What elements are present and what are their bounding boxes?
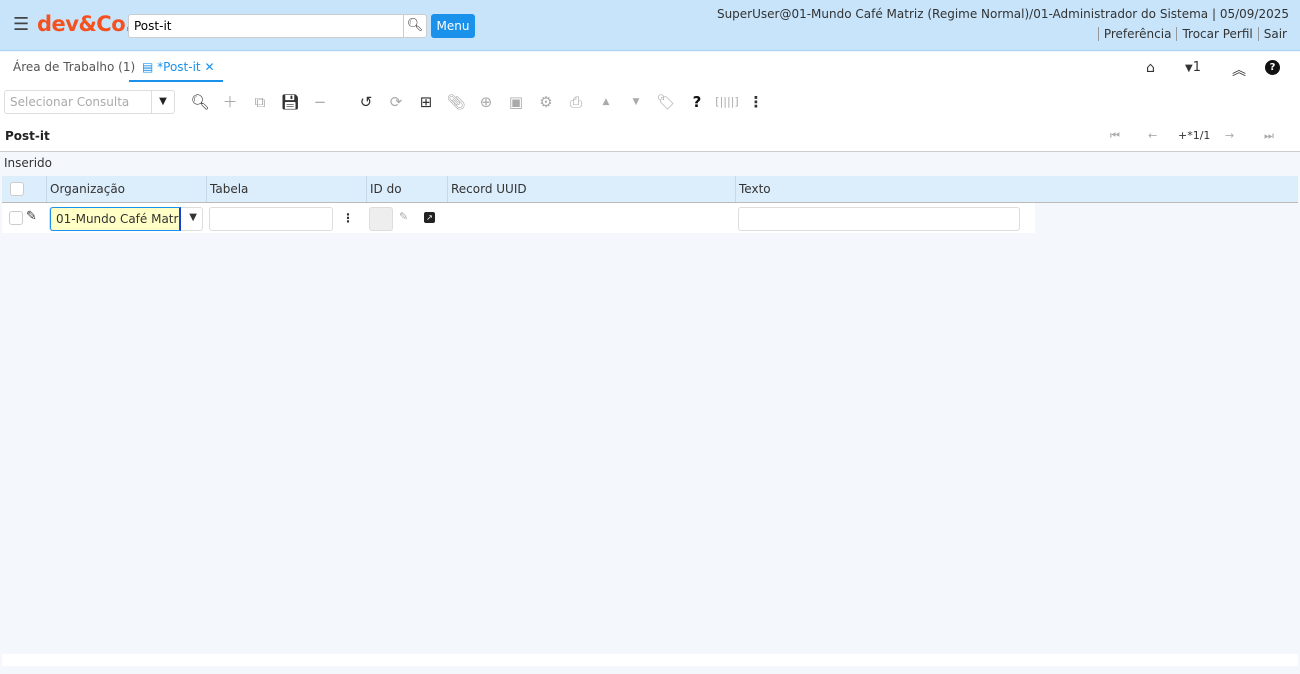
- column-header-id-registro[interactable]: ID do Registro: [366, 176, 447, 222]
- record-navigation: +*1/1: [1178, 129, 1211, 142]
- collapse-icon[interactable]: ︽: [1232, 60, 1246, 80]
- edit-icon[interactable]: ✎: [26, 209, 37, 224]
- more-options-icon[interactable]: ⋮: [746, 93, 766, 111]
- global-search-input[interactable]: [129, 15, 401, 37]
- panel-title: Post-it: [5, 129, 50, 143]
- undo-icon[interactable]: ↺: [356, 93, 376, 111]
- preferences-link[interactable]: Preferência: [1097, 27, 1177, 41]
- next-icon[interactable]: →: [1225, 129, 1234, 142]
- settings-icon[interactable]: ⚙: [536, 93, 556, 111]
- column-header-tabela[interactable]: Tabela: [206, 176, 366, 202]
- tab-post-it[interactable]: ▤ *Post-it ✕: [129, 60, 223, 82]
- record-status: Inserido: [4, 156, 53, 170]
- global-search: 🔍︎: [128, 14, 427, 38]
- text-field[interactable]: [738, 207, 1020, 231]
- copy-icon[interactable]: ⧉: [250, 93, 270, 111]
- table-row: ✎ 01-Mundo Café Matriz ( ▼ ⋮ ✎ ↗: [2, 203, 1035, 233]
- more-options-icon[interactable]: ⋮: [342, 211, 354, 225]
- previous-icon[interactable]: ←: [1148, 129, 1157, 142]
- window-list-dropdown[interactable]: ▼1: [1185, 60, 1201, 75]
- close-tab-icon[interactable]: ✕: [204, 60, 214, 74]
- header: ☰ dev&Co. 🔍︎ Menu SuperUser@01-Mundo Caf…: [0, 0, 1300, 51]
- caret-down-icon: ▼: [1185, 63, 1193, 74]
- row-checkbox[interactable]: [9, 211, 23, 225]
- query-select[interactable]: Selecionar Consulta ▼: [4, 90, 175, 114]
- record-id-field[interactable]: [369, 207, 393, 231]
- logout-link[interactable]: Sair: [1257, 27, 1292, 41]
- caret-down-icon[interactable]: ▼: [189, 212, 197, 223]
- tab-workspace[interactable]: Área de Trabalho (1): [13, 60, 135, 74]
- user-context: SuperUser@01-Mundo Café Matriz (Regime N…: [716, 7, 1289, 21]
- first-record-icon[interactable]: ⏮: [1110, 129, 1120, 143]
- grid-header: Organização Tabela ID do Registro Record…: [2, 176, 1298, 222]
- grid-toggle-icon[interactable]: ⊞: [416, 93, 436, 111]
- tag-icon[interactable]: 🏷︎: [656, 93, 676, 111]
- menu-button[interactable]: Menu: [431, 14, 475, 38]
- attachment-icon[interactable]: 📎︎: [446, 93, 466, 111]
- open-record-icon[interactable]: ↗: [424, 212, 435, 223]
- window-icon: ▤: [142, 60, 158, 74]
- next-record-icon[interactable]: ▼: [626, 93, 646, 111]
- save-icon[interactable]: 💾︎: [280, 93, 300, 111]
- tab-bar: Área de Trabalho (1) ▤ *Post-it ✕ ⌂ ▼1 ︽…: [0, 52, 1300, 84]
- bottom-bar: [2, 654, 1298, 666]
- last-record-icon[interactable]: ⏭: [1264, 129, 1274, 143]
- barcode-icon[interactable]: [||||]: [714, 93, 740, 111]
- print-icon[interactable]: ⎙: [566, 93, 586, 111]
- refresh-icon[interactable]: ⟳: [386, 93, 406, 111]
- select-all-checkbox[interactable]: [10, 182, 24, 196]
- organization-field[interactable]: 01-Mundo Café Matriz ( ▼: [49, 207, 203, 231]
- column-header-texto[interactable]: Texto: [735, 176, 1298, 202]
- header-links: Preferência Trocar Perfil Sair: [1097, 27, 1292, 41]
- organization-input[interactable]: 01-Mundo Café Matriz (: [50, 207, 181, 231]
- caret-down-icon[interactable]: ▼: [151, 91, 174, 113]
- toolbar: Selecionar Consulta ▼ 🔍︎ ＋ ⧉ 💾︎ − ↺ ⟳ ⊞ 📎…: [0, 84, 1300, 152]
- help-icon[interactable]: ?: [687, 93, 707, 111]
- column-header-organizacao[interactable]: Organização: [46, 176, 206, 202]
- help-icon[interactable]: ?: [1265, 60, 1280, 75]
- logo: dev&Co.: [37, 12, 133, 36]
- report-icon[interactable]: ▣: [506, 93, 526, 111]
- change-role-link[interactable]: Trocar Perfil: [1176, 27, 1257, 41]
- new-record-icon[interactable]: ＋: [220, 93, 240, 111]
- delete-icon[interactable]: −: [310, 93, 330, 111]
- table-field[interactable]: [209, 207, 333, 231]
- search-icon[interactable]: 🔍︎: [190, 93, 210, 111]
- column-header-record-uuid[interactable]: Record UUID: [447, 176, 735, 202]
- previous-record-icon[interactable]: ▲: [596, 93, 616, 111]
- hamburger-menu-icon[interactable]: ☰: [13, 14, 29, 35]
- edit-icon[interactable]: ✎: [399, 210, 408, 223]
- search-icon[interactable]: 🔍︎: [403, 15, 426, 37]
- zoom-across-icon[interactable]: ⊕: [476, 93, 496, 111]
- home-icon[interactable]: ⌂: [1146, 60, 1155, 76]
